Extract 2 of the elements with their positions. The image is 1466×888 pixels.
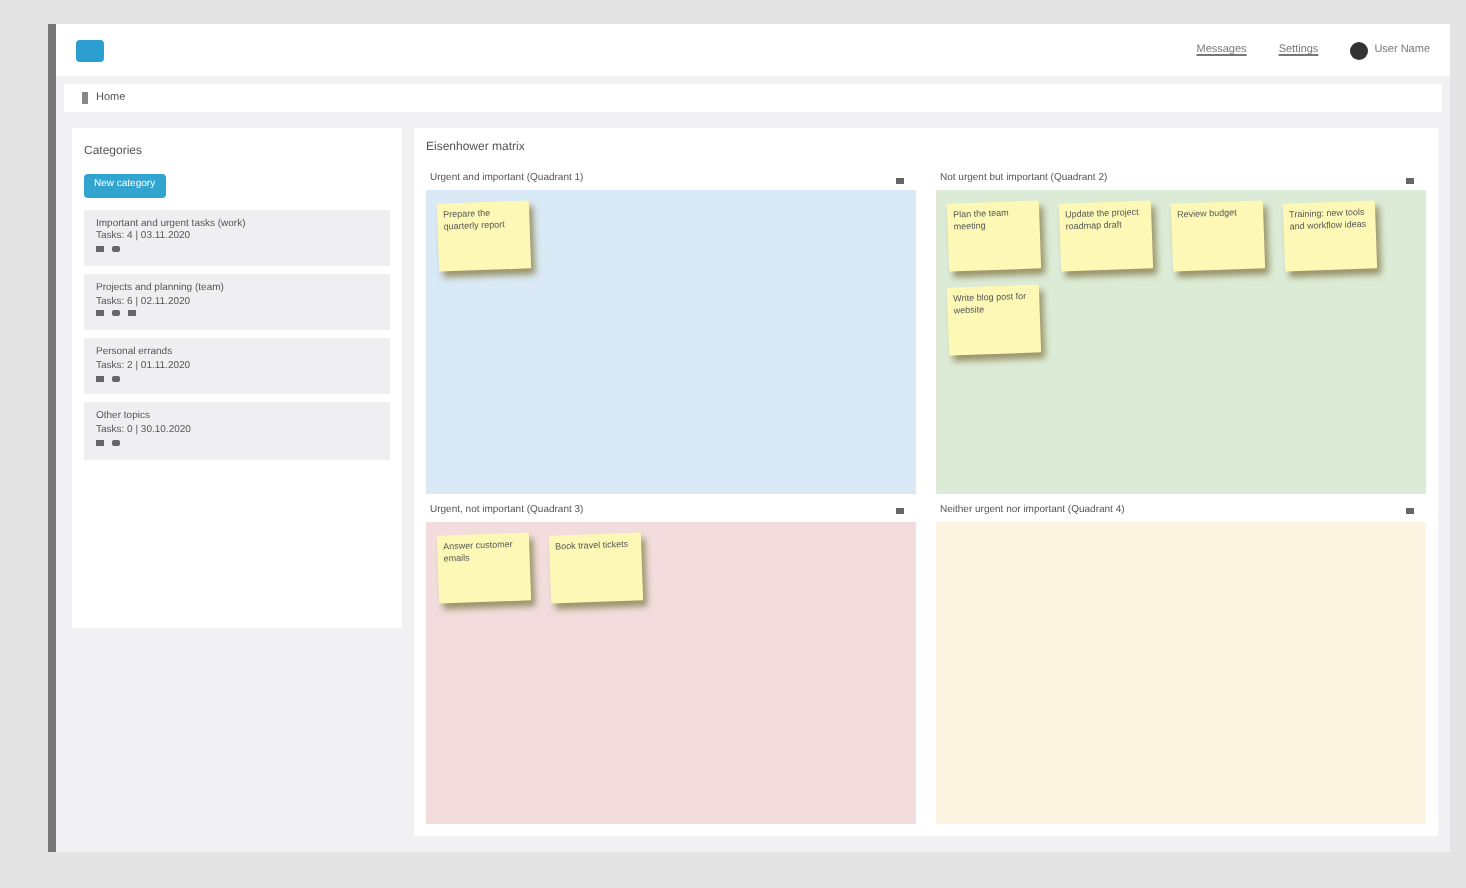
user-avatar [1350,41,1369,59]
app-logo[interactable] [76,39,104,61]
